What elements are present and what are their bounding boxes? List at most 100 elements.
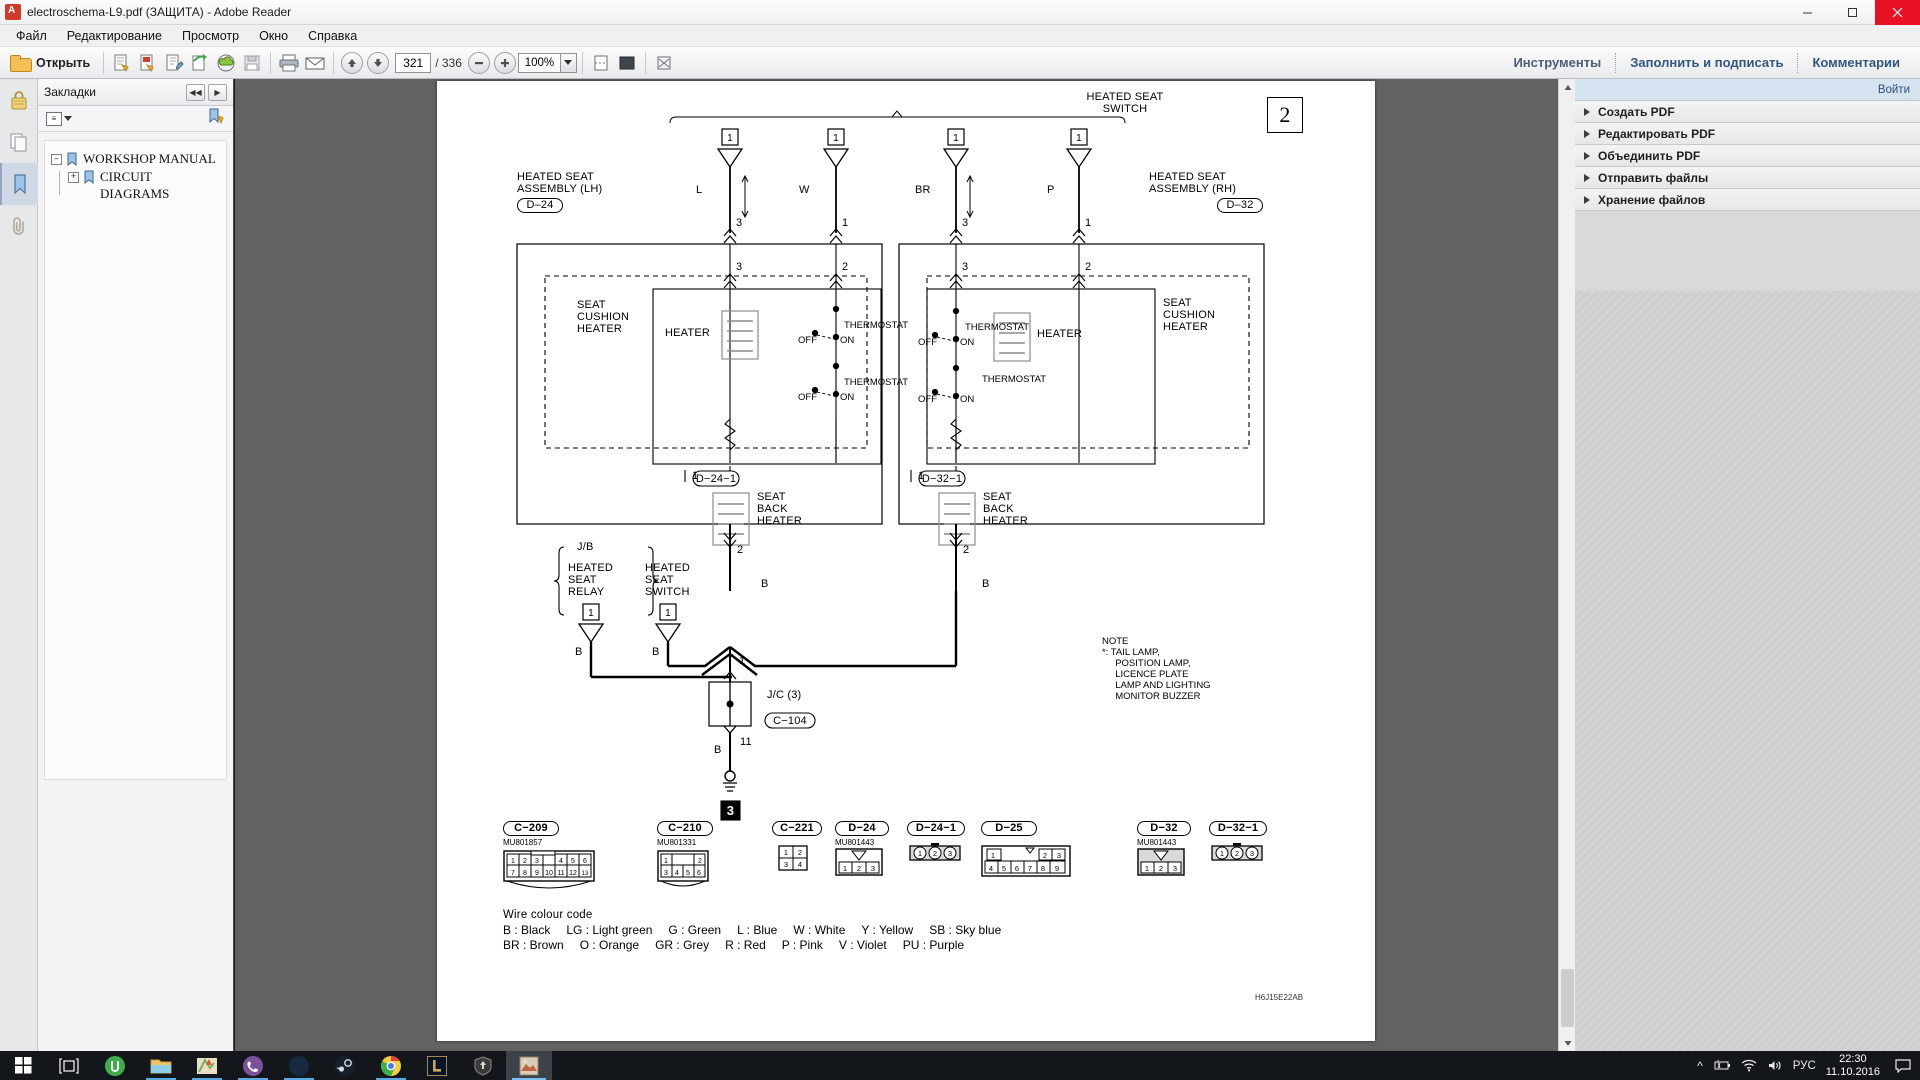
steam-icon[interactable] — [322, 1051, 368, 1080]
menu-view[interactable]: Просмотр — [172, 27, 249, 45]
email-icon[interactable] — [302, 51, 328, 75]
panel-item-label: Объединить PDF — [1598, 148, 1701, 163]
world-of-tanks-icon[interactable] — [460, 1051, 506, 1080]
expander-toggle[interactable]: – — [51, 154, 62, 165]
rail-pages-button[interactable] — [0, 121, 38, 163]
svg-text:13: 13 — [582, 871, 589, 877]
clock-date: 11.10.2016 — [1825, 1065, 1880, 1078]
print-icon[interactable] — [276, 51, 302, 75]
wire-code-p: P : Pink — [781, 938, 823, 952]
tools-link[interactable]: Инструменты — [1499, 55, 1615, 70]
language-indicator[interactable]: РУС — [1793, 1060, 1816, 1072]
pin-box-1-rh-br: 1 — [953, 133, 959, 144]
export-pdf-icon[interactable] — [187, 51, 213, 75]
task-view-icon[interactable] — [46, 1051, 92, 1080]
pin-rh-out: 2 — [963, 544, 970, 556]
previous-page-button[interactable] — [341, 51, 364, 74]
next-page-button[interactable] — [367, 51, 390, 74]
maps-icon[interactable] — [184, 1051, 230, 1080]
notification-icon[interactable] — [1890, 1051, 1916, 1080]
create-pdf-from-file-icon[interactable] — [135, 51, 161, 75]
edit-pdf-icon[interactable] — [161, 51, 187, 75]
rotate-view-icon[interactable] — [651, 51, 677, 75]
fit-width-icon[interactable] — [614, 51, 640, 75]
pin-rh-top-right: 1 — [1085, 217, 1092, 229]
cloud-upload-icon[interactable] — [213, 51, 239, 75]
page-number-input[interactable]: 321 — [395, 52, 432, 73]
sign-in-bar[interactable]: Войти — [1575, 79, 1920, 101]
sign-in-link[interactable]: Войти — [1878, 84, 1910, 96]
tray-chevron-icon[interactable]: ^ — [1697, 1059, 1703, 1073]
zoom-dropdown-button[interactable] — [559, 52, 577, 73]
expand-panel-button[interactable]: ▶ — [208, 83, 227, 101]
bookmarks-tree: – WORKSHOP MANUAL + CIRCUIT DIAGRAMS — [44, 140, 227, 780]
heated-seat-relay-label: HEATED SEAT RELAY — [568, 562, 614, 598]
daemon-tools-icon[interactable] — [276, 1051, 322, 1080]
chevron-right-icon — [1584, 195, 1590, 204]
pin-box-1-lh-l: 1 — [727, 133, 733, 144]
save-icon[interactable] — [239, 51, 265, 75]
clock[interactable]: 22:30 11.10.2016 — [1826, 1053, 1880, 1079]
thermostat-lh-2-off: OFF — [798, 392, 817, 403]
open-button[interactable]: Открыть — [6, 54, 98, 72]
panel-item-send-files[interactable]: Отправить файлы — [1575, 167, 1920, 189]
panel-item-edit-pdf[interactable]: Редактировать PDF — [1575, 123, 1920, 145]
collapse-panel-button[interactable]: ◀◀ — [186, 83, 205, 101]
scroll-up-button[interactable] — [1559, 79, 1575, 96]
maximize-button[interactable] — [1830, 0, 1875, 25]
bookmark-options-button[interactable]: ≡ — [46, 111, 72, 126]
volume-icon[interactable] — [1767, 1059, 1783, 1072]
chrome-icon[interactable] — [368, 1051, 414, 1080]
pin-lh-top-right: 1 — [842, 217, 849, 229]
close-button[interactable] — [1875, 0, 1920, 25]
thermostat-rh-2-off: OFF — [918, 394, 937, 405]
svg-text:11: 11 — [557, 870, 564, 877]
scroll-down-button[interactable] — [1559, 1034, 1575, 1051]
panel-item-combine-pdf[interactable]: Объединить PDF — [1575, 145, 1920, 167]
connector-id: D−24−1 — [915, 822, 957, 834]
wifi-icon[interactable] — [1741, 1059, 1757, 1072]
fit-page-icon[interactable] — [588, 51, 614, 75]
panel-item-create-pdf[interactable]: Создать PDF — [1575, 101, 1920, 123]
rail-bookmarks-button[interactable] — [0, 163, 38, 205]
zoom-in-button[interactable] — [493, 51, 516, 74]
clock-time: 22:30 — [1839, 1052, 1867, 1065]
league-of-legends-icon[interactable] — [414, 1051, 460, 1080]
zoom-level-input[interactable]: 100% — [517, 52, 560, 73]
document-viewport[interactable]: 2 HEATED SEAT SWITCH HEATED SEAT ASSEMBL… — [235, 79, 1575, 1051]
new-bookmark-button[interactable] — [207, 107, 225, 130]
connector-part-number: MU801443 — [835, 838, 875, 847]
jc3-connector-badge: C−104 — [773, 715, 807, 727]
menu-help[interactable]: Справка — [298, 27, 367, 45]
pin-jc-out: 11 — [740, 736, 752, 748]
panel-empty-area — [1575, 291, 1920, 1051]
comments-link[interactable]: Комментарии — [1798, 55, 1914, 70]
jb-label: J/B — [577, 541, 594, 553]
viber-icon[interactable] — [230, 1051, 276, 1080]
bookmarks-toolbar: ≡ — [38, 106, 233, 132]
create-pdf-icon[interactable] — [109, 51, 135, 75]
menu-window[interactable]: Окно — [249, 27, 298, 45]
battery-icon[interactable] — [1713, 1059, 1731, 1072]
panel-item-store-files[interactable]: Хранение файлов — [1575, 189, 1920, 211]
bookmark-node-circuit-diagrams[interactable]: + CIRCUIT DIAGRAMS — [68, 169, 220, 202]
zoom-out-button[interactable] — [467, 51, 490, 74]
file-explorer-icon[interactable] — [138, 1051, 184, 1080]
scrollbar-thumb[interactable] — [1561, 969, 1574, 1027]
minimize-button[interactable] — [1785, 0, 1830, 25]
adobe-reader-icon[interactable] — [506, 1051, 552, 1080]
svg-text:1: 1 — [843, 864, 847, 873]
rail-attachments-button[interactable] — [0, 205, 38, 247]
menu-edit[interactable]: Редактирование — [57, 27, 172, 45]
expander-toggle[interactable]: + — [68, 172, 79, 184]
pin-rh-top-left: 3 — [962, 217, 969, 229]
utorrent-icon[interactable] — [92, 1051, 138, 1080]
document-scrollbar[interactable] — [1558, 79, 1575, 1051]
menu-file[interactable]: Файл — [6, 27, 57, 45]
fill-and-sign-link[interactable]: Заполнить и подписать — [1616, 55, 1797, 70]
rail-security-button[interactable] — [0, 79, 38, 121]
start-icon[interactable] — [0, 1051, 46, 1080]
svg-text:12: 12 — [569, 870, 577, 877]
bookmark-node-workshop-manual[interactable]: – WORKSHOP MANUAL — [51, 151, 220, 167]
wire-code-w: W : White — [793, 923, 846, 937]
